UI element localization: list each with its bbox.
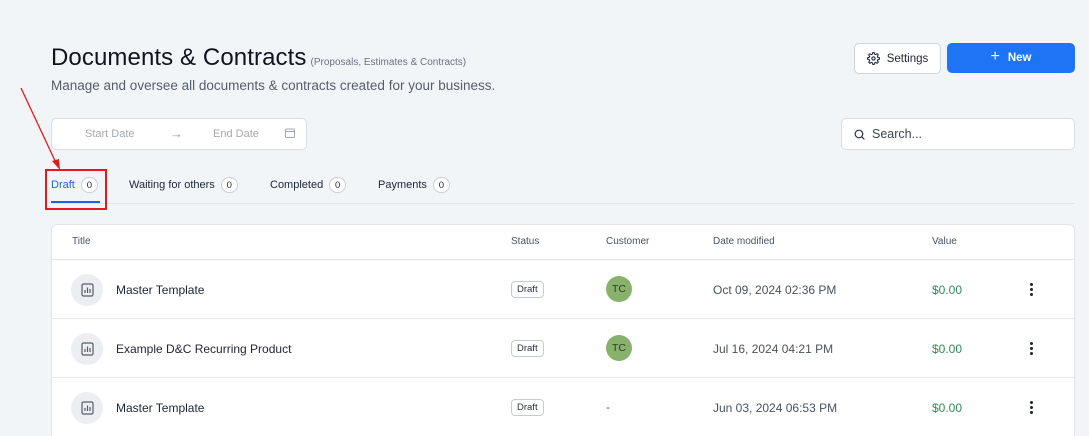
table-header: Title Status Customer Date modified Valu…	[52, 225, 1074, 260]
tab-label: Waiting for others	[129, 179, 215, 191]
documents-table: Title Status Customer Date modified Valu…	[51, 224, 1075, 436]
date-modified: Jun 03, 2024 06:53 PM	[713, 401, 838, 415]
date-modified: Oct 09, 2024 02:36 PM	[713, 283, 837, 297]
tab-label: Completed	[270, 179, 324, 191]
page-header: Documents & Contracts (Proposals, Estima…	[51, 44, 495, 93]
document-title[interactable]: Master Template	[116, 401, 204, 415]
annotation-highlight-box	[45, 169, 107, 210]
document-title[interactable]: Example D&C Recurring Product	[116, 342, 291, 356]
customer-avatar: TC	[606, 276, 632, 302]
customer-avatar: TC	[606, 335, 632, 361]
search-icon	[854, 129, 865, 140]
search-input[interactable]	[872, 127, 1062, 141]
tab-completed[interactable]: Completed 0	[270, 177, 347, 193]
start-date-input[interactable]: Start Date	[85, 128, 135, 140]
document-chart-icon	[71, 333, 103, 365]
page-description: Manage and oversee all documents & contr…	[51, 78, 496, 93]
plus-icon: +	[990, 48, 1000, 65]
document-chart-icon	[71, 392, 103, 424]
page-subtitle: (Proposals, Estimates & Contracts)	[310, 57, 467, 68]
column-header-date-modified[interactable]: Date modified	[713, 236, 775, 247]
settings-button[interactable]: Settings	[854, 43, 941, 74]
more-options-icon[interactable]	[1022, 339, 1040, 357]
tab-waiting-for-others[interactable]: Waiting for others 0	[129, 177, 238, 193]
column-header-value[interactable]: Value	[932, 236, 957, 247]
column-header-customer[interactable]: Customer	[606, 236, 649, 247]
settings-label: Settings	[886, 52, 929, 65]
more-options-icon[interactable]	[1022, 398, 1040, 416]
gear-icon	[866, 52, 880, 65]
tab-count: 0	[432, 177, 450, 193]
document-value: $0.00	[932, 342, 963, 356]
status-badge: Draft	[511, 399, 544, 416]
document-value: $0.00	[932, 283, 963, 297]
search-box[interactable]	[841, 118, 1075, 150]
tab-label: Payments	[378, 179, 427, 191]
date-range-picker[interactable]: Start Date → End Date	[51, 118, 307, 150]
date-modified: Jul 16, 2024 04:21 PM	[713, 342, 834, 356]
new-button[interactable]: + New	[947, 43, 1075, 73]
end-date-input[interactable]: End Date	[213, 128, 259, 140]
arrow-right-icon: →	[170, 126, 183, 141]
tab-count: 0	[220, 177, 238, 193]
document-value: $0.00	[932, 401, 963, 415]
tab-count: 0	[329, 177, 347, 193]
calendar-icon[interactable]	[284, 127, 296, 139]
table-row[interactable]: Master Template Draft - Jun 03, 2024 06:…	[52, 378, 1074, 436]
status-badge: Draft	[511, 340, 544, 357]
tab-bar: Draft 0 Waiting for others 0 Completed 0…	[51, 172, 1075, 204]
table-row[interactable]: Example D&C Recurring Product Draft TC J…	[52, 319, 1074, 378]
page-title: Documents & Contracts	[51, 44, 307, 71]
document-title[interactable]: Master Template	[116, 283, 204, 297]
new-label: New	[1007, 52, 1032, 64]
more-options-icon[interactable]	[1022, 280, 1040, 298]
column-header-status[interactable]: Status	[511, 236, 539, 247]
customer-empty: -	[606, 400, 610, 414]
tab-payments[interactable]: Payments 0	[378, 177, 450, 193]
status-badge: Draft	[511, 281, 544, 298]
column-header-title[interactable]: Title	[72, 236, 91, 247]
document-chart-icon	[71, 274, 103, 306]
table-row[interactable]: Master Template Draft TC Oct 09, 2024 02…	[52, 260, 1074, 319]
